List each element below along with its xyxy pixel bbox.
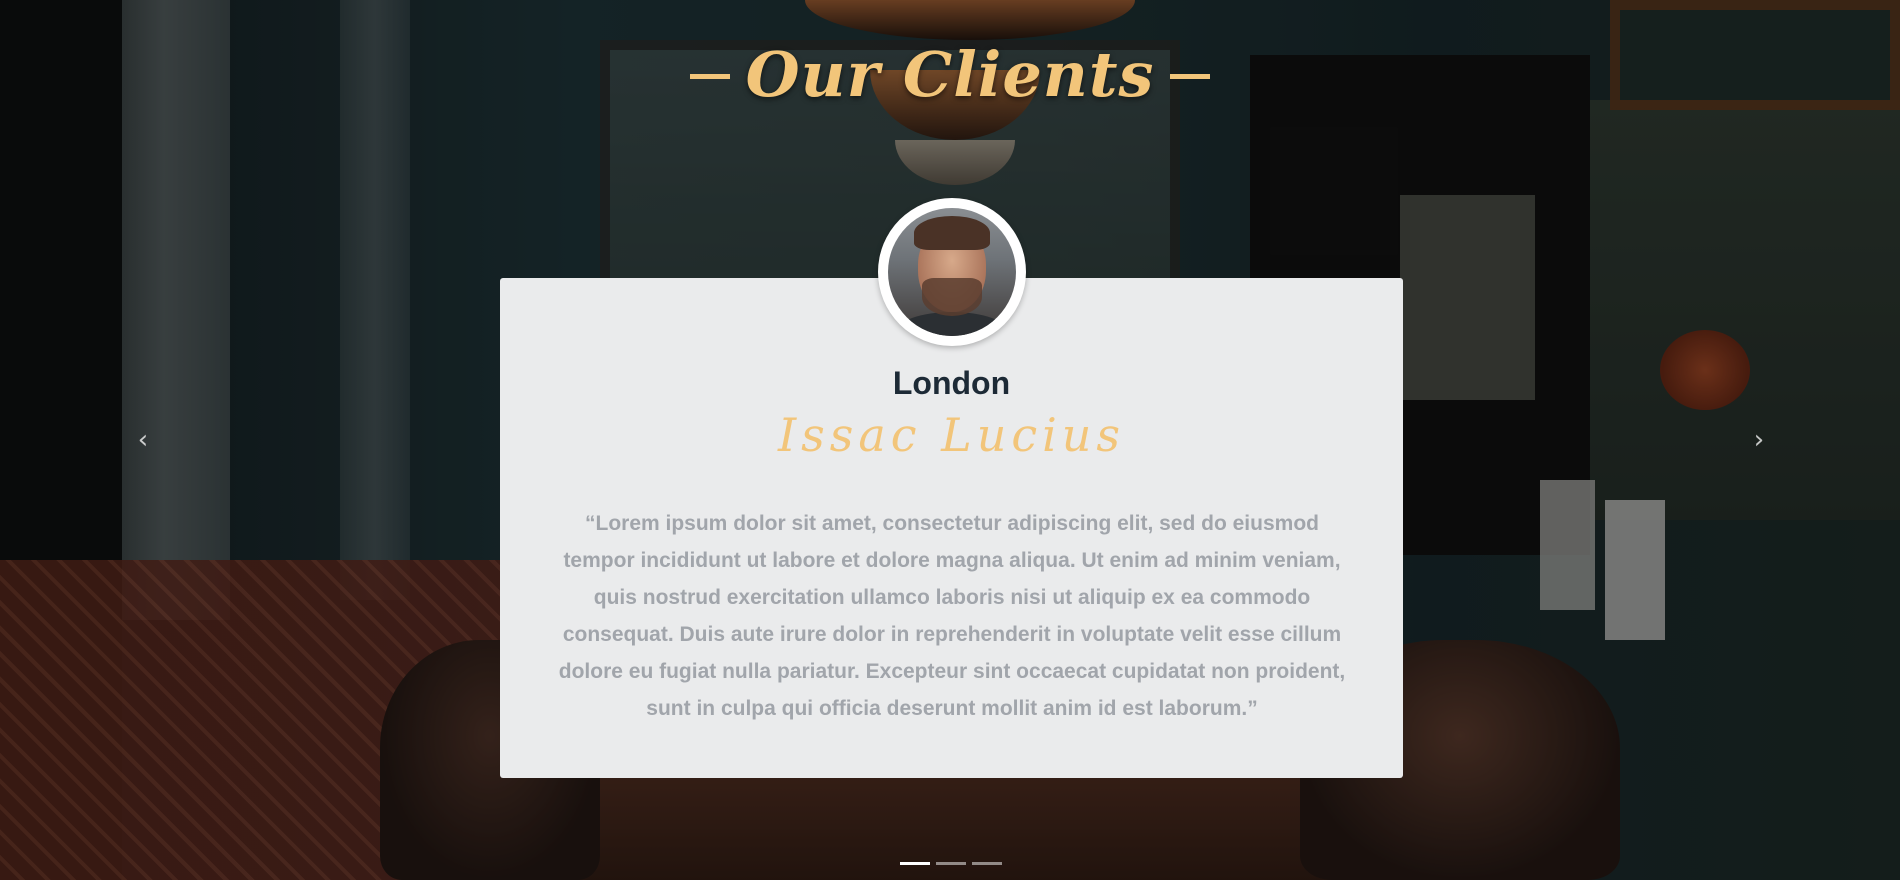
carousel-prev-button[interactable]: ‹ — [128, 425, 158, 455]
section-title: Our Clients — [745, 38, 1155, 111]
section-title-wrap: Our Clients — [0, 38, 1900, 111]
title-dash-right — [1170, 73, 1211, 79]
carousel-next-button[interactable]: › — [1744, 425, 1774, 455]
chevron-right-icon: › — [1753, 425, 1765, 455]
carousel-indicators — [900, 862, 1002, 866]
chevron-left-icon: ‹ — [137, 425, 149, 455]
carousel-indicator[interactable] — [900, 862, 930, 865]
carousel-indicator[interactable] — [972, 862, 1002, 865]
client-name: Issac Lucius — [777, 408, 1126, 462]
avatar-beard — [922, 278, 982, 316]
avatar-image — [888, 208, 1016, 336]
client-avatar — [878, 198, 1026, 346]
avatar-hair — [914, 216, 990, 250]
client-city: London — [892, 365, 1011, 401]
testimonials-section: Our Clients ‹ › London Issac Lucius “Lor… — [0, 0, 1900, 880]
carousel-indicator[interactable] — [936, 862, 966, 865]
client-quote: “Lorem ipsum dolor sit amet, consectetur… — [558, 512, 1346, 720]
title-dash-left — [689, 73, 730, 79]
